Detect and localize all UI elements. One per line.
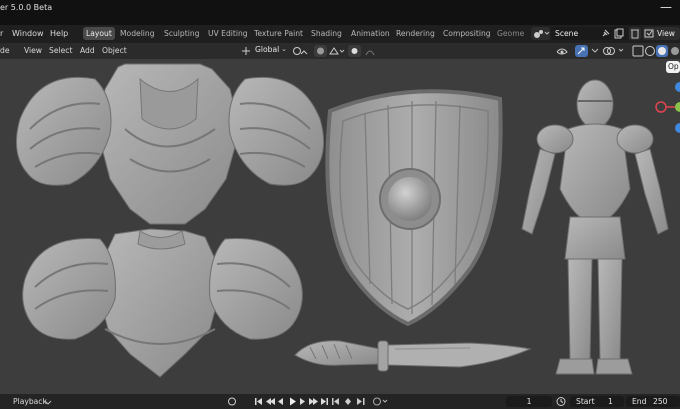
- knight-model[interactable]: [521, 79, 669, 375]
- knife-model[interactable]: [294, 340, 532, 372]
- playback-controls[interactable]: [254, 396, 328, 407]
- tab-modeling[interactable]: Modeling: [117, 27, 158, 40]
- new-scene-icon[interactable]: [613, 28, 624, 39]
- gizmo-toggle[interactable]: [575, 45, 588, 57]
- transform-orientation-dropdown[interactable]: Global ⌄: [241, 45, 289, 57]
- pivot-point-icon[interactable]: [292, 46, 314, 57]
- top-bar: r Window Help Layout Modeling Sculpting …: [0, 25, 680, 43]
- menu-item-render[interactable]: r: [0, 29, 3, 38]
- scene-name: Scene: [555, 29, 579, 38]
- armor-chest-model[interactable]: [15, 63, 325, 225]
- start-frame-field[interactable]: Start 1: [570, 396, 624, 407]
- delete-scene-button[interactable]: [629, 27, 641, 40]
- viewport-header: de View Select Add Object Global ⌄: [0, 43, 680, 59]
- start-label: Start: [576, 397, 595, 406]
- orientation-icon: [242, 47, 250, 55]
- viewport-canvas[interactable]: [0, 59, 680, 394]
- snap-target-icon[interactable]: [328, 46, 346, 57]
- orientation-label: Global: [255, 45, 280, 54]
- snap-icon: [317, 47, 324, 55]
- tab-animation[interactable]: Animation: [348, 27, 393, 40]
- proportional-editing-icon: [351, 48, 358, 54]
- view-layer-label: View: [657, 29, 676, 38]
- navigation-gizmo[interactable]: [655, 82, 680, 133]
- armor-breastplate-model[interactable]: [22, 228, 303, 378]
- chevron-down-icon: ⌄: [281, 45, 287, 53]
- window-title: er 5.0.0 Beta: [0, 3, 53, 12]
- tooltip: Op: [666, 61, 680, 73]
- start-value: 1: [608, 397, 613, 406]
- scene-selector-button[interactable]: [531, 27, 550, 40]
- end-label: End: [632, 397, 647, 406]
- end-value: 250: [653, 397, 668, 406]
- title-bar: er 5.0.0 Beta —: [0, 0, 680, 25]
- tab-shading[interactable]: Shading: [308, 27, 345, 40]
- shield-model[interactable]: [325, 89, 503, 327]
- view-layer-field[interactable]: View: [643, 27, 680, 40]
- menu-select[interactable]: Select: [49, 45, 72, 57]
- delete-icon: [631, 29, 639, 39]
- tab-texture-paint[interactable]: Texture Paint: [251, 27, 306, 40]
- tab-layout[interactable]: Layout: [83, 27, 115, 40]
- menu-object[interactable]: Object: [102, 45, 127, 57]
- timeline-bar: Playback 1 Start 1 End 250: [0, 394, 680, 409]
- chevron-down-icon[interactable]: [44, 398, 52, 406]
- chevron-down-icon[interactable]: [590, 46, 600, 56]
- tab-geometry-nodes[interactable]: Geome: [494, 27, 527, 40]
- current-frame-field[interactable]: 1: [506, 396, 552, 407]
- auto-keying-icon[interactable]: [372, 396, 390, 407]
- mode-selector[interactable]: de: [0, 45, 10, 57]
- snap-toggle[interactable]: [314, 45, 327, 57]
- keyframe-jump-icon[interactable]: [331, 396, 367, 407]
- pin-icon[interactable]: [601, 29, 610, 38]
- clock-icon[interactable]: [555, 396, 567, 407]
- tab-rendering[interactable]: Rendering: [393, 27, 438, 40]
- scene-icon: [534, 30, 550, 38]
- current-frame-value: 1: [526, 397, 532, 406]
- menu-add[interactable]: Add: [80, 45, 95, 57]
- tab-sculpting[interactable]: Sculpting: [161, 27, 202, 40]
- falloff-icon[interactable]: [364, 46, 380, 57]
- menu-view[interactable]: View: [24, 45, 42, 57]
- menu-item-window[interactable]: Window: [12, 29, 44, 38]
- shading-icon[interactable]: [632, 45, 680, 57]
- record-icon[interactable]: [226, 396, 238, 407]
- playback-menu[interactable]: Playback: [13, 397, 47, 406]
- tab-compositing[interactable]: Compositing: [440, 27, 494, 40]
- tooltip-text: Op: [668, 62, 679, 71]
- view-layer-icon: [644, 29, 654, 38]
- gizmo-icon: [577, 47, 585, 55]
- 3d-viewport[interactable]: Op: [0, 59, 680, 394]
- end-frame-field[interactable]: End 250: [626, 396, 680, 407]
- overlay-icon[interactable]: [602, 45, 628, 57]
- menu-item-help[interactable]: Help: [50, 29, 68, 38]
- tab-uv-editing[interactable]: UV Editing: [205, 27, 251, 40]
- proportional-editing-toggle[interactable]: [348, 45, 361, 57]
- visibility-icon[interactable]: [555, 45, 573, 57]
- minimize-icon[interactable]: —: [660, 0, 672, 14]
- scene-name-field[interactable]: Scene: [551, 27, 628, 40]
